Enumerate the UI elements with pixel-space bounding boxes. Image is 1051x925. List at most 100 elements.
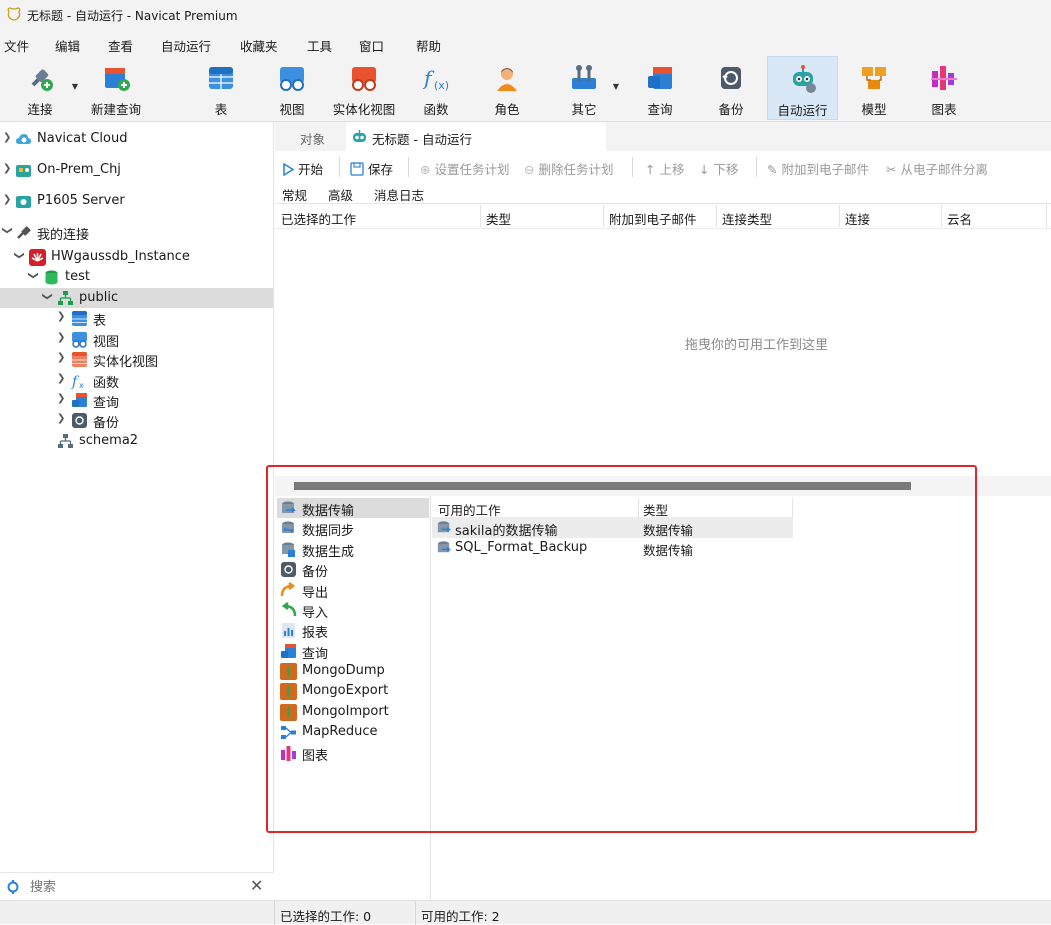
- export-icon: [280, 582, 296, 597]
- filter-icon[interactable]: [6, 879, 20, 895]
- menu-file[interactable]: 文件: [4, 36, 29, 55]
- materialized-view-button[interactable]: 实体化视图: [330, 56, 398, 120]
- column-header[interactable]: 附加到电子邮件: [609, 209, 697, 228]
- tree-item-on-prem[interactable]: ❯ On-Prem_Chj: [0, 160, 273, 180]
- tree-item-queries[interactable]: ❯ 查询: [0, 390, 273, 411]
- tree-item-tables[interactable]: ❯ 表: [0, 308, 273, 329]
- chevron-down-icon[interactable]: ❯: [28, 271, 39, 279]
- menu-window[interactable]: 窗口: [359, 36, 384, 55]
- subtab-general[interactable]: 常规: [282, 185, 307, 204]
- connect-dropdown-icon[interactable]: ▼: [72, 82, 78, 91]
- category-label: MongoExport: [302, 683, 389, 698]
- category-export[interactable]: 导出: [277, 580, 429, 601]
- other-dropdown-icon[interactable]: ▼: [613, 82, 619, 91]
- tab-untitled-automation[interactable]: 无标题 - 自动运行: [346, 122, 606, 151]
- tab-objects[interactable]: 对象: [300, 129, 325, 148]
- category-mongoexport[interactable]: MongoExport: [277, 681, 429, 701]
- chevron-right-icon[interactable]: ❯: [57, 332, 65, 343]
- column-header[interactable]: 云名: [947, 209, 972, 228]
- tree-item-schema-public[interactable]: ❯ public: [0, 288, 273, 308]
- category-query[interactable]: 查询: [277, 641, 429, 662]
- start-button[interactable]: 开始: [282, 159, 323, 178]
- chevron-right-icon[interactable]: ❯: [57, 393, 65, 404]
- menu-tools[interactable]: 工具: [307, 36, 332, 55]
- tree-item-database-test[interactable]: ❯ test: [0, 267, 273, 287]
- tree-item-backups[interactable]: ❯ 备份: [0, 410, 273, 431]
- connection-tree: ❯ Navicat Cloud ❯ On-Prem_Chj ❯ P1605 Se…: [0, 122, 274, 900]
- backup-button[interactable]: 备份: [707, 56, 755, 120]
- splitter-handle[interactable]: [294, 482, 911, 490]
- chevron-down-icon[interactable]: ❯: [2, 226, 13, 234]
- move-up-button[interactable]: ↑ 上移: [645, 159, 684, 178]
- menu-favorites[interactable]: 收藏夹: [240, 36, 278, 55]
- tree-item-schema2[interactable]: schema2: [0, 431, 273, 451]
- title-bar: 无标题 - 自动运行 - Navicat Premium: [0, 0, 1051, 30]
- menu-automation[interactable]: 自动运行: [161, 36, 211, 55]
- chevron-right-icon[interactable]: ❯: [3, 132, 11, 143]
- table-row[interactable]: SQL_Format_Backup 数据传输: [432, 538, 793, 558]
- clear-search-icon[interactable]: ✕: [250, 876, 263, 895]
- menu-bar: 文件 编辑 查看 自动运行 收藏夹 工具 窗口 帮助: [0, 30, 1051, 56]
- tree-item-functions[interactable]: ❯ fx 函数: [0, 370, 273, 391]
- automation-button[interactable]: 自动运行: [767, 56, 838, 120]
- model-button[interactable]: 模型: [850, 56, 898, 120]
- column-header[interactable]: 可用的工作: [438, 500, 501, 519]
- set-schedule-button[interactable]: ⊕ 设置任务计划: [420, 159, 509, 178]
- menu-edit[interactable]: 编辑: [55, 36, 80, 55]
- column-header[interactable]: 连接类型: [722, 209, 772, 228]
- category-data-sync[interactable]: 数据同步: [277, 518, 429, 539]
- category-mapreduce[interactable]: MapReduce: [277, 722, 429, 742]
- chevron-right-icon[interactable]: ❯: [57, 373, 65, 384]
- table-button[interactable]: 表: [196, 56, 246, 120]
- column-header[interactable]: 已选择的工作: [281, 209, 356, 228]
- menu-view[interactable]: 查看: [108, 36, 133, 55]
- category-mongodump[interactable]: MongoDump: [277, 661, 429, 681]
- tree-item-navicat-cloud[interactable]: ❯ Navicat Cloud: [0, 129, 273, 149]
- chevron-right-icon[interactable]: ❯: [57, 413, 65, 424]
- query-button[interactable]: 查询: [636, 56, 684, 120]
- category-label: 报表: [302, 626, 329, 641]
- chart-button[interactable]: 图表: [920, 56, 968, 120]
- category-data-generation[interactable]: 数据生成: [277, 539, 429, 560]
- tree-item-views[interactable]: ❯ 视图: [0, 329, 273, 350]
- chevron-right-icon[interactable]: ❯: [57, 352, 65, 363]
- new-query-button[interactable]: 新建查询: [86, 56, 146, 120]
- subtab-message-log[interactable]: 消息日志: [374, 185, 424, 204]
- attach-email-button[interactable]: ✎ 附加到电子邮件: [767, 159, 869, 178]
- table-icon: [72, 311, 87, 326]
- category-import[interactable]: 导入: [277, 600, 429, 621]
- other-button[interactable]: 其它 ▼: [559, 56, 619, 120]
- chevron-right-icon[interactable]: ❯: [57, 311, 65, 322]
- tree-item-hwgaussdb-instance[interactable]: ❯ HWgaussdb_Instance: [0, 247, 273, 267]
- chevron-down-icon[interactable]: ❯: [42, 292, 53, 300]
- category-report[interactable]: 报表: [277, 620, 429, 641]
- data-transfer-icon: [437, 541, 451, 553]
- column-header[interactable]: 连接: [845, 209, 870, 228]
- connect-button[interactable]: 连接 ▼: [12, 56, 78, 120]
- subtab-advanced[interactable]: 高级: [328, 185, 353, 204]
- chevron-right-icon[interactable]: ❯: [3, 163, 11, 174]
- chevron-down-icon[interactable]: ❯: [14, 251, 25, 259]
- view-button[interactable]: 视图: [266, 56, 318, 120]
- column-header[interactable]: 类型: [486, 209, 511, 228]
- search-input[interactable]: [30, 877, 240, 897]
- paperclip-icon: ✎: [767, 162, 778, 177]
- tree-item-my-connections[interactable]: ❯ 我的连接: [0, 222, 273, 243]
- category-chart[interactable]: 图表: [277, 743, 429, 764]
- function-button[interactable]: f (x) 函数: [410, 56, 462, 120]
- category-mongoimport[interactable]: MongoImport: [277, 702, 429, 722]
- category-data-transfer[interactable]: 数据传输: [277, 498, 429, 519]
- menu-help[interactable]: 帮助: [416, 36, 441, 55]
- role-button[interactable]: 角色: [482, 56, 532, 120]
- delete-schedule-button[interactable]: ⊖ 删除任务计划: [524, 159, 613, 178]
- column-header[interactable]: 类型: [643, 500, 668, 519]
- table-row[interactable]: sakila的数据传输 数据传输: [432, 518, 793, 539]
- category-backup[interactable]: 备份: [277, 559, 429, 580]
- move-down-button[interactable]: ↓ 下移: [699, 159, 738, 178]
- save-button[interactable]: 保存: [350, 159, 393, 178]
- tree-item-label: public: [79, 290, 119, 305]
- detach-email-button[interactable]: ✂ 从电子邮件分离: [886, 159, 988, 178]
- tree-item-materialized-views[interactable]: ❯ 实体化视图: [0, 349, 273, 370]
- tree-item-p1605-server[interactable]: ❯ P1605 Server: [0, 191, 273, 211]
- chevron-right-icon[interactable]: ❯: [3, 194, 11, 205]
